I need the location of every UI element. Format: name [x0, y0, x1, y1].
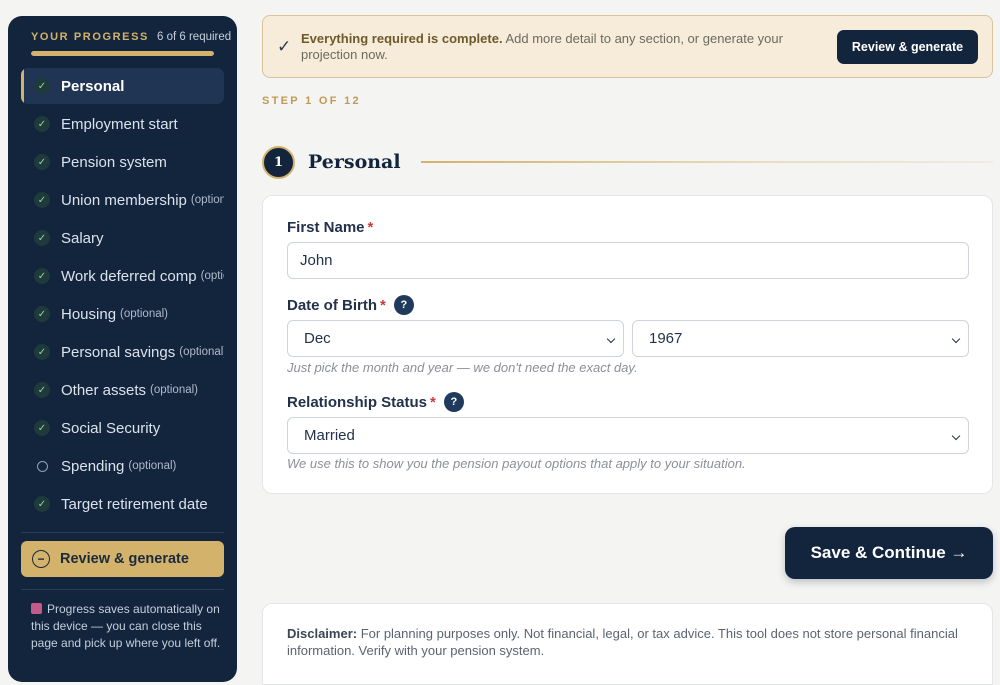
- check-icon: ✓: [34, 496, 50, 512]
- required-asterisk: *: [430, 393, 436, 411]
- check-icon: ✓: [34, 344, 50, 360]
- disclaimer-text: For planning purposes only. Not financia…: [287, 626, 958, 658]
- relationship-status-select[interactable]: Married: [287, 417, 969, 454]
- sidebar-item-label: Other assets: [61, 381, 147, 399]
- section-nav: ✓ Personal ✓ Employment start ✓ Pension syste…: [21, 68, 224, 524]
- sidebar-item-other-assets[interactable]: ✓ Other assets (optional): [21, 372, 224, 408]
- sidebar-item-label: Housing: [61, 305, 117, 323]
- personal-form-card: First Name * John Date of Birth *? Dec 196…: [262, 195, 993, 494]
- progress-sidebar: YOUR PROGRESS 6 of 6 required ✓ Personal ✓…: [8, 16, 237, 682]
- first-name-label-text: First Name: [287, 219, 365, 236]
- sidebar-item-label: Salary: [61, 229, 104, 247]
- section-divider-line: [420, 161, 993, 163]
- check-icon: ✓: [34, 116, 50, 132]
- relationship-status-label-text: Relationship Status: [287, 393, 428, 411]
- divider: [21, 589, 224, 590]
- sidebar-item-social-security[interactable]: ✓ Social Security: [21, 410, 224, 446]
- sidebar-item-label: Social Security: [61, 419, 161, 437]
- banner-text: Everything required is complete. Add mor…: [301, 31, 831, 63]
- sidebar-item-employment-start[interactable]: ✓ Employment start: [21, 106, 224, 142]
- required-asterisk: *: [380, 296, 386, 314]
- relationship-status-value: Married: [304, 427, 355, 444]
- empty-circle-icon: [37, 460, 48, 472]
- relationship-hint: We use this to show you the pension payo…: [287, 456, 746, 471]
- birth-year-select[interactable]: 1967: [632, 320, 969, 357]
- chevron-down-icon: [951, 431, 961, 441]
- progress-bar-fill: [31, 51, 214, 56]
- check-icon: ✓: [34, 230, 50, 246]
- sidebar-item-personal[interactable]: ✓ Personal: [21, 68, 224, 104]
- sidebar-review-generate-button[interactable]: − Review & generate: [21, 541, 224, 577]
- optional-tag: (optional): [179, 346, 224, 358]
- optional-tag: (optional): [200, 270, 224, 282]
- optional-tag: (optional): [120, 308, 168, 320]
- check-icon: ✓: [34, 382, 50, 398]
- relationship-status-label: Relationship Status *?: [287, 392, 464, 412]
- banner-strong: Everything required is complete.: [301, 30, 503, 46]
- birth-year-value: 1967: [649, 330, 683, 347]
- section-number-badge: 1: [262, 145, 295, 179]
- required-asterisk: *: [367, 219, 374, 236]
- check-icon: ✓: [34, 306, 50, 322]
- step-indicator: STEP 1 OF 12: [262, 95, 361, 107]
- sidebar-item-label: Target retirement date: [61, 495, 208, 513]
- birth-month-value: Dec: [304, 330, 331, 347]
- progress-header: YOUR PROGRESS 6 of 6 required: [31, 31, 231, 56]
- minus-circle-icon: −: [32, 550, 50, 568]
- sidebar-item-label: Work deferred comp: [61, 267, 197, 285]
- optional-tag: (optional): [190, 194, 224, 206]
- autosave-note: Progress saves automatically on this dev…: [31, 601, 221, 652]
- sidebar-item-label: Personal: [61, 77, 125, 95]
- sidebar-review-label: Review & generate: [60, 551, 189, 567]
- completion-banner: ✓ Everything required is complete. Add m…: [262, 15, 993, 78]
- check-icon: ✓: [34, 268, 50, 284]
- sidebar-item-personal-savings[interactable]: ✓ Personal savings (optional): [21, 334, 224, 370]
- disclaimer: Disclaimer: For planning purposes only. …: [262, 603, 993, 685]
- save-continue-button[interactable]: Save & Continue →: [785, 527, 993, 579]
- sidebar-item-salary[interactable]: ✓ Salary: [21, 220, 224, 256]
- dob-hint: Just pick the month and year — we don't …: [287, 360, 638, 375]
- progress-count: 6 of 6 required: [157, 31, 232, 43]
- sidebar-item-work-deferred-comp[interactable]: ✓ Work deferred comp(optional): [21, 258, 224, 294]
- relationship-help-icon[interactable]: ?: [443, 392, 464, 412]
- chevron-down-icon: [606, 334, 616, 344]
- optional-tag: (optional): [128, 460, 177, 472]
- check-icon: ✓: [34, 78, 50, 94]
- divider: [21, 532, 224, 533]
- sidebar-item-label: Personal savings: [61, 343, 176, 361]
- progress-bar: [31, 51, 214, 56]
- check-icon: ✓: [277, 36, 292, 56]
- optional-tag: (optional): [150, 384, 198, 396]
- chevron-down-icon: [951, 334, 961, 344]
- birth-month-select[interactable]: Dec: [287, 320, 624, 357]
- date-of-birth-label-text: Date of Birth: [287, 296, 377, 314]
- check-icon: ✓: [34, 420, 50, 436]
- dob-help-icon[interactable]: ?: [393, 295, 414, 315]
- first-name-value: John: [300, 252, 333, 269]
- section-header: 1 Personal: [262, 145, 993, 179]
- sidebar-item-union-membership[interactable]: ✓ Union membership(optional): [21, 182, 224, 218]
- first-name-label: First Name *: [287, 219, 373, 236]
- disclaimer-label: Disclaimer:: [287, 626, 358, 641]
- sidebar-item-housing[interactable]: ✓ Housing (optional): [21, 296, 224, 332]
- sidebar-item-spending[interactable]: Spending (optional): [21, 448, 224, 484]
- sidebar-item-pension-system[interactable]: ✓ Pension system: [21, 144, 224, 180]
- check-icon: ✓: [34, 154, 50, 170]
- first-name-input[interactable]: John: [287, 242, 969, 279]
- sidebar-item-label: Union membership: [61, 191, 187, 209]
- section-title: Personal: [308, 151, 401, 173]
- sidebar-item-label: Spending: [61, 457, 125, 475]
- check-icon: ✓: [34, 192, 50, 208]
- progress-title: YOUR PROGRESS: [31, 31, 149, 43]
- review-generate-button[interactable]: Review & generate: [837, 30, 978, 64]
- sidebar-item-target-retirement-date[interactable]: ✓ Target retirement date: [21, 486, 224, 522]
- floppy-disk-icon: [31, 603, 42, 614]
- sidebar-item-label: Pension system: [61, 153, 167, 171]
- sidebar-item-label: Employment start: [61, 115, 178, 133]
- date-of-birth-label: Date of Birth *?: [287, 295, 414, 315]
- autosave-note-text: Progress saves automatically on this dev…: [31, 602, 221, 650]
